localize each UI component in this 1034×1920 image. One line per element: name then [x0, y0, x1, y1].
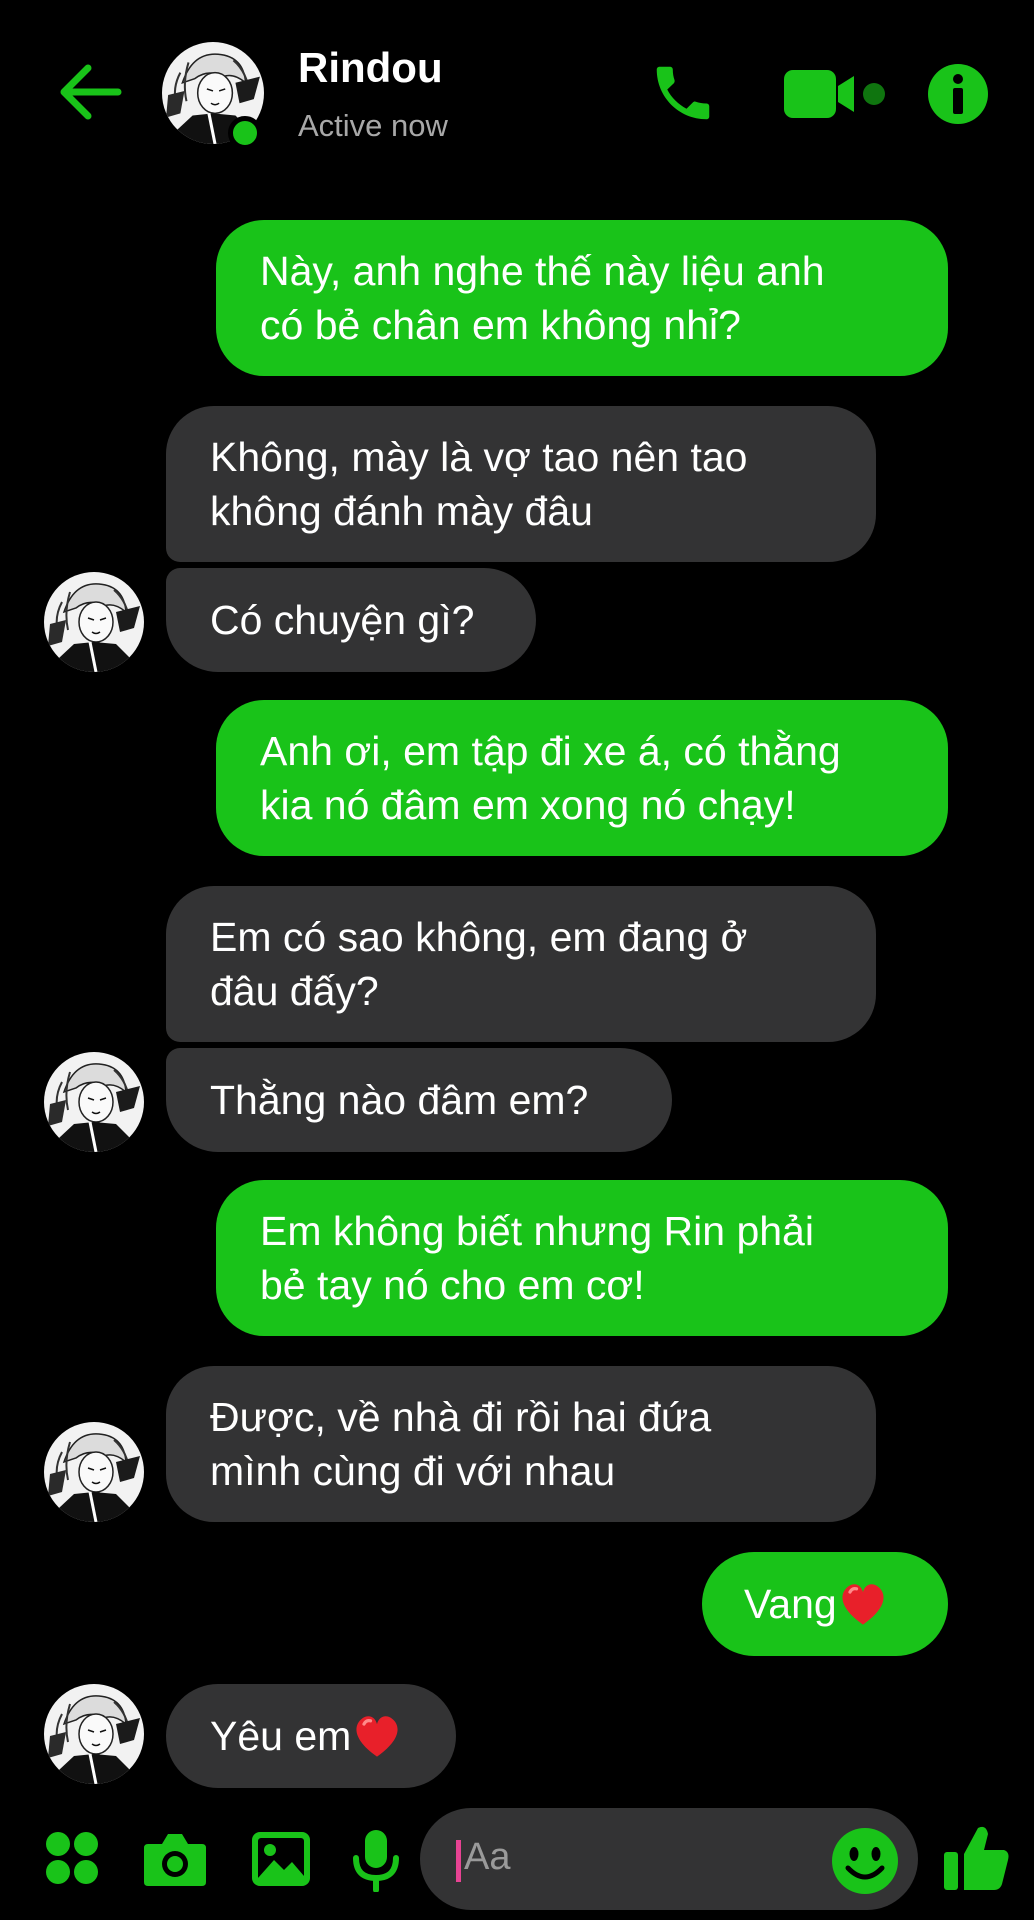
contact-status: Active now	[298, 108, 448, 143]
message-line: Thằng nào đâm em?	[210, 1077, 589, 1123]
message-line: Có chuyện gì?	[210, 597, 475, 643]
thumbs-up-icon[interactable]	[942, 1822, 1012, 1894]
received-message[interactable]: Em có sao không, em đang ở đâu đấy?	[166, 886, 876, 1042]
message-line: Em có sao không, em đang ở	[210, 914, 748, 960]
message-line: Được, về nhà đi rồi hai đứa	[210, 1394, 712, 1440]
received-message[interactable]: Thằng nào đâm em?	[166, 1048, 672, 1152]
heart-emoji	[355, 1714, 400, 1759]
message-line: Không, mày là vợ tao nên tao	[210, 434, 748, 480]
camera-icon[interactable]	[142, 1830, 208, 1888]
heart-emoji	[840, 1582, 885, 1627]
sender-avatar[interactable]	[44, 572, 144, 672]
sender-avatar[interactable]	[44, 1684, 144, 1784]
received-message[interactable]: Yêu em	[166, 1684, 456, 1788]
message-line: bẻ tay nó cho em cơ!	[260, 1262, 645, 1308]
message-line: mình cùng đi với nhau	[210, 1448, 616, 1494]
message-line: có bẻ chân em không nhỉ?	[260, 302, 741, 348]
sent-message[interactable]: Này, anh nghe thế này liệu anh có bẻ châ…	[216, 220, 948, 376]
message-composer: Aa	[0, 1800, 1034, 1920]
info-icon[interactable]	[926, 62, 990, 126]
sender-avatar[interactable]	[44, 1052, 144, 1152]
sender-avatar[interactable]	[44, 1422, 144, 1522]
message-line: không đánh mày đâu	[210, 488, 593, 534]
message-line: đâu đấy?	[210, 968, 379, 1014]
chat-header: Rindou Active now	[0, 0, 1034, 190]
message-input[interactable]: Aa	[420, 1808, 918, 1910]
image-icon[interactable]	[250, 1830, 312, 1888]
sent-message[interactable]: Anh ơi, em tập đi xe á, có thằng kia nó …	[216, 700, 948, 856]
message-line: Anh ơi, em tập đi xe á, có thằng	[260, 728, 841, 774]
sent-message[interactable]: Em không biết nhưng Rin phải bẻ tay nó c…	[216, 1180, 948, 1336]
message-line: Vang	[744, 1581, 837, 1627]
contact-name[interactable]: Rindou	[298, 44, 443, 92]
received-message[interactable]: Có chuyện gì?	[166, 568, 536, 672]
message-line: kia nó đâm em xong nó chạy!	[260, 782, 796, 828]
received-message[interactable]: Được, về nhà đi rồi hai đứa mình cùng đi…	[166, 1366, 876, 1522]
back-arrow-icon[interactable]	[52, 60, 126, 124]
message-line: Này, anh nghe thế này liệu anh	[260, 248, 825, 294]
phone-icon[interactable]	[648, 58, 718, 128]
received-message[interactable]: Không, mày là vợ tao nên tao không đánh …	[166, 406, 876, 562]
message-line: Em không biết nhưng Rin phải	[260, 1208, 814, 1254]
emoji-icon[interactable]	[830, 1826, 900, 1896]
message-placeholder: Aa	[464, 1836, 511, 1878]
microphone-icon[interactable]	[350, 1828, 402, 1893]
message-line: Yêu em	[210, 1713, 352, 1759]
online-status-dot	[228, 116, 262, 150]
apps-icon[interactable]	[44, 1830, 100, 1886]
video-camera-icon[interactable]	[780, 66, 896, 122]
message-thread[interactable]: Này, anh nghe thế này liệu anh có bẻ châ…	[0, 190, 1034, 1790]
text-caret	[456, 1840, 461, 1882]
sent-message[interactable]: Vang	[702, 1552, 948, 1656]
